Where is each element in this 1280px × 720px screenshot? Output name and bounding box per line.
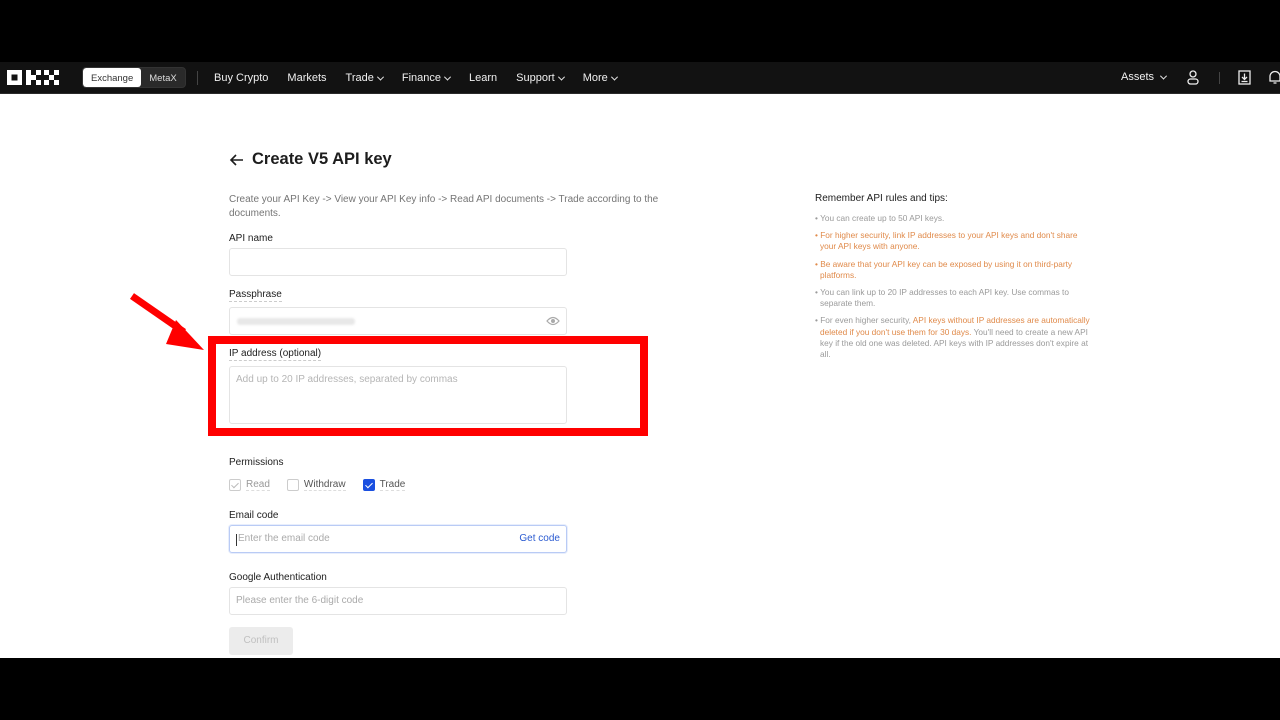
tip-item: • You can create up to 50 API keys. bbox=[815, 213, 945, 223]
tips-title: Remember API rules and tips: bbox=[815, 193, 948, 204]
read-checkbox[interactable] bbox=[229, 479, 241, 491]
page-title: Create V5 API key bbox=[252, 150, 392, 168]
chevron-down-icon bbox=[557, 73, 565, 81]
permissions-label: Permissions bbox=[229, 457, 284, 468]
google-auth-placeholder: Please enter the 6-digit code bbox=[236, 595, 364, 606]
tips-panel: Remember API rules and tips: • You can c… bbox=[815, 193, 1095, 366]
email-code-input[interactable]: Enter the email code Get code bbox=[229, 525, 567, 553]
permissions-group: Read Withdraw Trade bbox=[229, 479, 422, 491]
email-code-placeholder: Enter the email code bbox=[238, 533, 330, 544]
nav-label: More bbox=[582, 72, 608, 84]
back-arrow-icon[interactable] bbox=[229, 153, 245, 167]
get-code-button[interactable]: Get code bbox=[519, 526, 560, 552]
email-code-label: Email code bbox=[229, 510, 279, 521]
nav-assets[interactable]: Assets bbox=[1121, 71, 1168, 83]
passphrase-masked-value bbox=[237, 318, 355, 325]
nav-label: Learn bbox=[469, 72, 498, 84]
assets-label: Assets bbox=[1121, 71, 1155, 83]
ip-address-textarea[interactable]: Add up to 20 IP addresses, separated by … bbox=[229, 366, 567, 424]
google-auth-input[interactable]: Please enter the 6-digit code bbox=[229, 587, 567, 615]
tip-item: • You can link up to 20 IP addresses to … bbox=[815, 287, 1069, 309]
switch-metax[interactable]: MetaX bbox=[141, 68, 184, 87]
bell-icon[interactable] bbox=[1268, 70, 1280, 85]
passphrase-input[interactable] bbox=[229, 307, 567, 335]
top-navbar: Exchange MetaX Buy Crypto Markets Trade … bbox=[0, 62, 1280, 94]
tip-text: You can create up to 50 API keys. bbox=[820, 213, 945, 223]
switch-exchange[interactable]: Exchange bbox=[83, 68, 142, 87]
tip-text: For even higher security, bbox=[820, 315, 913, 326]
nav-label: Support bbox=[516, 72, 555, 84]
withdraw-label: Withdraw bbox=[303, 479, 346, 491]
chevron-down-icon bbox=[610, 73, 618, 81]
nav-support[interactable]: Support bbox=[516, 72, 565, 84]
nav-more[interactable]: More bbox=[582, 72, 618, 84]
withdraw-checkbox[interactable] bbox=[286, 479, 299, 491]
nav-finance[interactable]: Finance bbox=[401, 72, 452, 84]
nav-label: Trade bbox=[345, 72, 374, 84]
ip-address-label: IP address (optional) bbox=[229, 348, 322, 361]
api-name-input[interactable] bbox=[229, 248, 567, 276]
trade-checkbox[interactable] bbox=[362, 479, 375, 491]
nav-trade[interactable]: Trade bbox=[345, 72, 384, 84]
tip-item: • For higher security, link IP addresses… bbox=[815, 230, 1078, 252]
steps-description: Create your API Key -> View your API Key… bbox=[229, 194, 659, 219]
user-icon[interactable] bbox=[1187, 70, 1199, 85]
tip-text: For higher security, link IP addresses t… bbox=[820, 230, 1078, 252]
tip-text: You can link up to 20 IP addresses to ea… bbox=[820, 287, 1069, 309]
nav-divider bbox=[1219, 72, 1220, 84]
text-caret bbox=[236, 534, 237, 546]
page-header: Create V5 API key bbox=[229, 150, 392, 169]
tip-text: Be aware that your API key can be expose… bbox=[820, 258, 1073, 280]
nav-menu: Buy Crypto Markets Trade Finance Learn S… bbox=[214, 62, 636, 94]
nav-label: Markets bbox=[287, 72, 327, 84]
eye-icon[interactable] bbox=[546, 315, 560, 327]
google-auth-label: Google Authentication bbox=[229, 572, 327, 583]
nav-label: Finance bbox=[401, 72, 442, 84]
chevron-down-icon bbox=[443, 73, 452, 81]
ip-address-placeholder: Add up to 20 IP addresses, separated by … bbox=[236, 374, 458, 385]
chevron-down-icon bbox=[1159, 72, 1168, 80]
read-label: Read bbox=[246, 479, 270, 491]
exchange-metax-switch: Exchange MetaX bbox=[82, 67, 186, 88]
api-name-label: API name bbox=[229, 233, 273, 244]
okx-logo-icon[interactable] bbox=[7, 70, 63, 85]
nav-buy-crypto[interactable]: Buy Crypto bbox=[214, 72, 268, 84]
trade-label: Trade bbox=[379, 479, 406, 491]
annotation-arrow-icon bbox=[130, 293, 204, 350]
tip-item: • For even higher security, API keys wit… bbox=[815, 315, 1090, 360]
tip-item: • Be aware that your API key can be expo… bbox=[815, 258, 1073, 280]
nav-label: Buy Crypto bbox=[214, 72, 269, 84]
download-icon[interactable] bbox=[1238, 70, 1251, 85]
confirm-button[interactable]: Confirm bbox=[229, 627, 293, 655]
nav-divider bbox=[197, 71, 198, 85]
nav-markets[interactable]: Markets bbox=[287, 72, 326, 84]
chevron-down-icon bbox=[376, 73, 384, 81]
passphrase-label: Passphrase bbox=[229, 289, 282, 302]
browser-viewport: Exchange MetaX Buy Crypto Markets Trade … bbox=[0, 62, 1280, 658]
nav-learn[interactable]: Learn bbox=[469, 72, 497, 84]
